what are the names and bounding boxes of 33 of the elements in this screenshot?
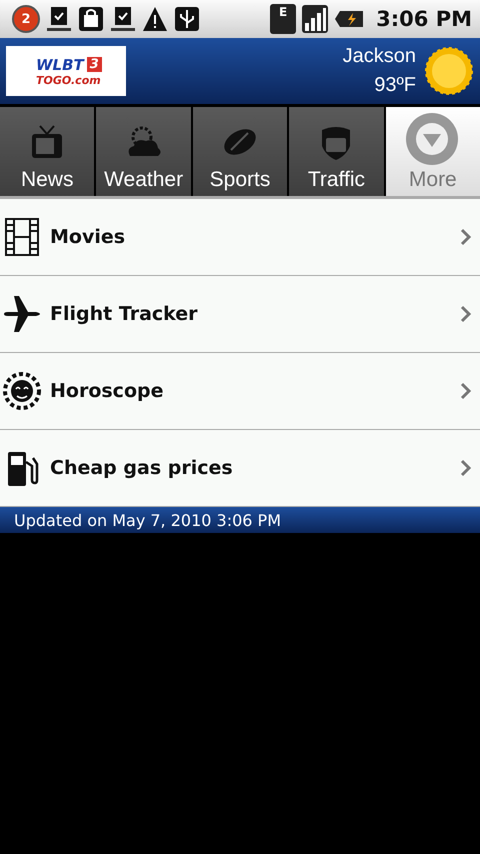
network-type-icon: E — [270, 4, 296, 34]
tab[interactable]: Weather — [96, 107, 191, 196]
signal-icon — [302, 5, 328, 33]
chevron-icon — [460, 305, 472, 323]
temperature: 93ºF — [374, 74, 416, 97]
tab[interactable]: Sports — [192, 107, 288, 196]
chevron-icon — [460, 459, 472, 477]
bag-icon — [78, 5, 104, 33]
menu-item-label: Movies — [50, 226, 126, 248]
updated-time: Updated on May 7, 2010 3:06 PM — [14, 510, 281, 530]
chevron-icon — [460, 382, 472, 400]
menu-item[interactable]: Movies — [0, 199, 480, 276]
sun-icon — [424, 46, 474, 96]
city-name: Jackson — [342, 45, 416, 68]
download-done-icon — [110, 5, 136, 33]
menu-item-label: Cheap gas prices — [50, 457, 234, 479]
tab[interactable]: News — [0, 107, 94, 196]
notification-badge: 2 — [12, 5, 40, 33]
usb-icon — [174, 5, 200, 33]
logo-name: WLBT — [36, 56, 84, 74]
logo-site: TOGO.com — [36, 74, 102, 86]
warning-icon — [142, 5, 168, 33]
airplane-icon — [2, 294, 42, 334]
menu-item-label: Flight Tracker — [50, 303, 199, 325]
menu-item-label: Horoscope — [50, 380, 164, 402]
logo-channel: 3 — [86, 57, 102, 72]
tab[interactable]: Traffic — [289, 107, 384, 196]
menu-item[interactable]: Flight Tracker — [0, 276, 480, 353]
film-strip-icon — [2, 217, 42, 257]
clock: 3:06 PM — [376, 7, 472, 31]
download-done-icon — [46, 5, 72, 33]
chevron-icon — [460, 228, 472, 246]
menu-item[interactable]: Horoscope — [0, 353, 480, 430]
